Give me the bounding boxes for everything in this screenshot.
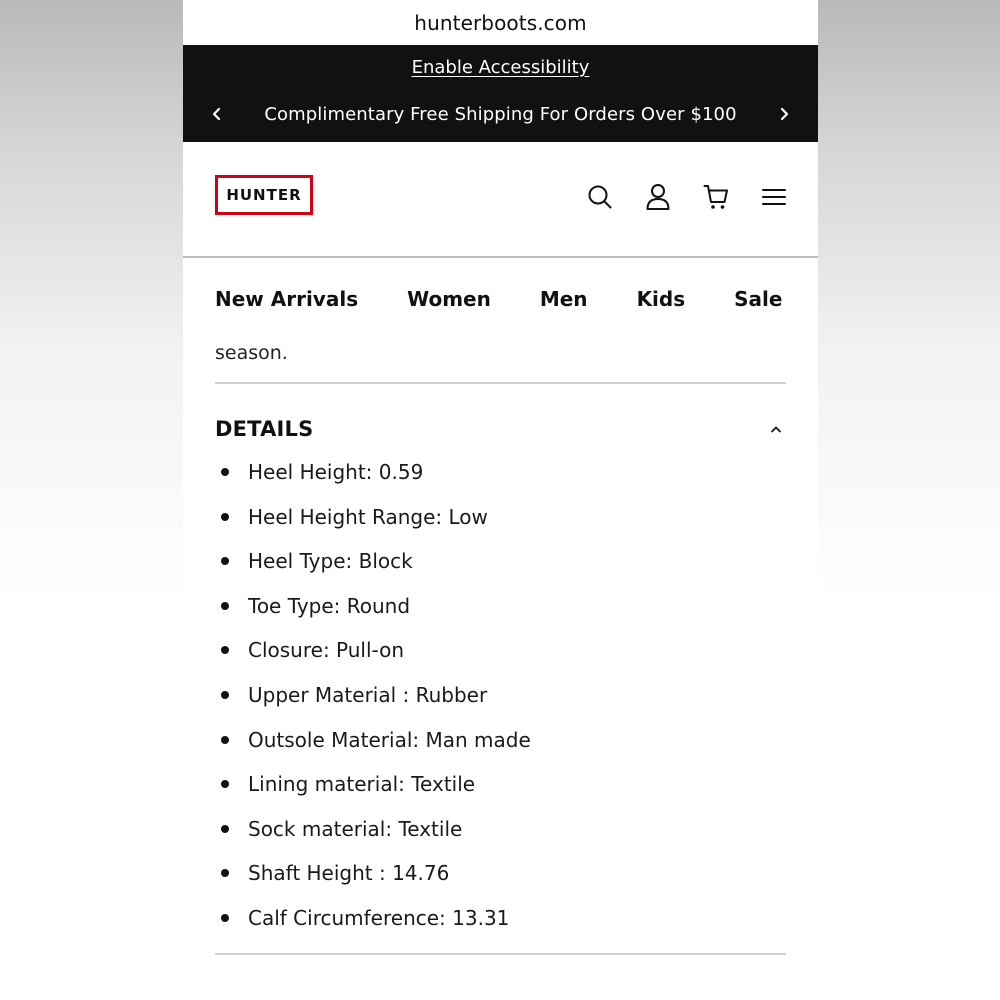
details-accordion-header[interactable]: DETAILS [215,414,786,444]
nav-item-kids[interactable]: Kids [637,287,686,311]
section-divider [215,952,786,955]
main-nav: New Arrivals Women Men Kids Sale [183,258,818,340]
phone-screen: hunterboots.com Enable Accessibility Com… [183,0,818,1000]
cart-icon[interactable] [702,182,730,212]
menu-icon[interactable] [760,182,788,212]
section-divider [215,382,786,384]
hunter-logo[interactable]: HUNTER [215,175,313,215]
nav-item-sale[interactable]: Sale [734,287,782,311]
list-item: Calf Circumference: 13.31 [215,903,786,948]
background-right [818,0,1000,1000]
enable-accessibility-link[interactable]: Enable Accessibility [183,57,818,78]
details-list: Heel Height: 0.59 Heel Height Range: Low… [215,457,786,948]
chevron-up-icon[interactable] [766,419,786,439]
list-item: Heel Height Range: Low [215,502,786,547]
list-item: Shaft Height : 14.76 [215,858,786,903]
search-icon[interactable] [586,182,614,212]
shipping-message: Complimentary Free Shipping For Orders O… [264,103,737,125]
nav-item-women[interactable]: Women [407,287,491,311]
nav-item-new-arrivals[interactable]: New Arrivals [215,287,358,311]
site-header: HUNTER [183,142,818,258]
chevron-left-icon[interactable] [207,104,227,124]
list-item: Heel Height: 0.59 [215,457,786,502]
url-text: hunterboots.com [414,10,587,35]
list-item: Heel Type: Block [215,546,786,591]
details-title: DETAILS [215,417,314,441]
list-item: Outsole Material: Man made [215,725,786,770]
address-bar[interactable]: hunterboots.com [183,0,818,45]
shipping-carousel: Complimentary Free Shipping For Orders O… [183,99,818,129]
list-item: Closure: Pull-on [215,635,786,680]
chevron-right-icon[interactable] [774,104,794,124]
list-item: Upper Material : Rubber [215,680,786,725]
promo-banner: Enable Accessibility Complimentary Free … [183,45,818,142]
nav-item-men[interactable]: Men [540,287,588,311]
account-icon[interactable] [644,182,672,212]
description-text: season. [215,342,288,364]
list-item: Lining material: Textile [215,769,786,814]
product-content: season. DETAILS Heel Height: 0.59 Heel H… [183,340,818,955]
logo-text: HUNTER [226,186,302,204]
header-icons [586,182,788,212]
list-item: Sock material: Textile [215,814,786,859]
background-left [0,0,183,1000]
list-item: Toe Type: Round [215,591,786,636]
